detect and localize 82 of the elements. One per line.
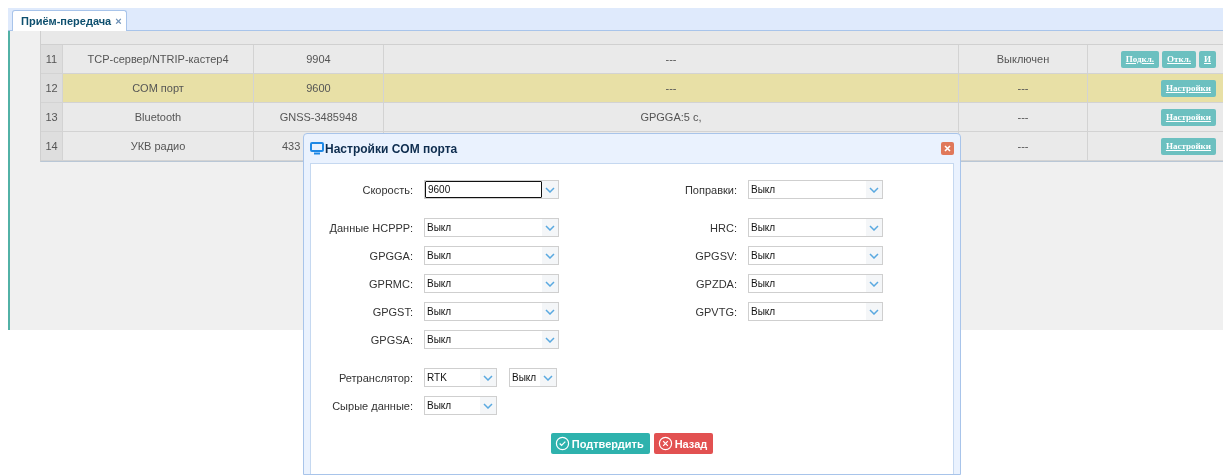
chevron-down-icon: [483, 402, 493, 409]
dropdown-select[interactable]: Выкл: [424, 246, 559, 265]
field-label: Сырые данные:: [331, 399, 413, 412]
dropdown-select[interactable]: Выкл: [424, 302, 559, 321]
field-label: Скорость:: [361, 183, 413, 196]
table-cell: 13: [41, 103, 63, 132]
select-value: Выкл: [426, 399, 453, 413]
select-value: RTK: [426, 371, 448, 385]
dropdown-select[interactable]: Выкл: [424, 330, 559, 349]
chevron-down-icon: [545, 186, 555, 193]
field-label: HRC:: [709, 221, 737, 234]
check-circle-icon: [554, 436, 570, 451]
select-value: Выкл: [426, 249, 453, 263]
field-label: GPGGA:: [368, 249, 413, 262]
dropdown-select[interactable]: Выкл: [424, 218, 559, 237]
table-cell: COM порт: [63, 74, 254, 103]
chevron-down-icon: [869, 252, 879, 259]
table-cell: ---: [959, 132, 1088, 161]
table-cell: 14: [41, 132, 63, 161]
close-icon: [944, 145, 951, 152]
chevron-down-icon: [545, 336, 555, 343]
select-value: 9600: [425, 181, 542, 198]
chevron-down-icon: [483, 374, 493, 381]
select-value: Выкл: [750, 277, 777, 291]
chevron-down-icon: [545, 280, 555, 287]
field-label: Данные НСРРР:: [328, 221, 413, 234]
field-label: GPZDA:: [695, 277, 737, 290]
dropdown-select[interactable]: Выкл: [748, 274, 883, 293]
select-value: Выкл: [426, 277, 453, 291]
field-label: GPGSA:: [369, 333, 413, 346]
table-cell: Bluetooth: [63, 103, 254, 132]
select-value: Выкл: [426, 333, 453, 347]
close-button[interactable]: [941, 142, 954, 155]
dropdown-select[interactable]: Выкл: [509, 368, 557, 387]
x-circle-icon: [657, 436, 673, 451]
table-cell: ---: [959, 103, 1088, 132]
chevron-down-icon: [545, 308, 555, 315]
dropdown-select[interactable]: RTK: [424, 368, 497, 387]
field-label: Ретранслятор:: [337, 371, 413, 384]
dropdown-select[interactable]: Выкл: [748, 246, 883, 265]
select-value: Выкл: [426, 221, 453, 235]
back-button[interactable]: Назад: [653, 433, 714, 454]
field-label: GPGST:: [371, 305, 413, 318]
table-cell: 9904: [254, 45, 384, 74]
table-cell: УКВ радио: [63, 132, 254, 161]
chevron-down-icon: [869, 224, 879, 231]
field-label: Поправки:: [683, 183, 737, 196]
table-cell: GNSS-3485948: [254, 103, 384, 132]
field-label: GPVTG:: [694, 305, 737, 318]
select-value: Выкл: [750, 305, 777, 319]
table-cell: 9600: [254, 74, 384, 103]
table-cell: ---: [959, 74, 1088, 103]
monitor-icon: [310, 142, 324, 155]
close-icon[interactable]: ×: [115, 15, 122, 27]
select-value: Выкл: [750, 249, 777, 263]
select-value: Выкл: [750, 183, 777, 197]
dropdown-select[interactable]: Выкл: [424, 396, 497, 415]
table-cell: ---: [384, 45, 959, 74]
table-cell: TCP-сервер/NTRIP-кастер4: [63, 45, 254, 74]
dropdown-select[interactable]: Выкл: [748, 218, 883, 237]
tab-label: Приём-передача: [21, 15, 112, 27]
chevron-down-icon: [869, 186, 879, 193]
select-value: Выкл: [511, 371, 538, 385]
dropdown-select[interactable]: Выкл: [424, 274, 559, 293]
chevron-down-icon: [545, 252, 555, 259]
chevron-down-icon: [543, 374, 553, 381]
combo-field[interactable]: 9600: [424, 180, 559, 199]
table-cell: 11: [41, 45, 63, 74]
table-cell: Выключен: [959, 45, 1088, 74]
chevron-down-icon: [869, 308, 879, 315]
table-cell: GPGGA:5 с,: [384, 103, 959, 132]
tab[interactable]: Приём-передача ×: [12, 10, 127, 31]
table-cell: 12: [41, 74, 63, 103]
field-label: GPRMC:: [368, 277, 413, 290]
dropdown-select[interactable]: Выкл: [748, 302, 883, 321]
dropdown-select[interactable]: Выкл: [748, 180, 883, 199]
select-value: Выкл: [426, 305, 453, 319]
field-label: GPGSV:: [694, 249, 737, 262]
select-value: Выкл: [750, 221, 777, 235]
chevron-down-icon: [545, 224, 555, 231]
table-cell: ---: [384, 74, 959, 103]
chevron-down-icon: [869, 280, 879, 287]
